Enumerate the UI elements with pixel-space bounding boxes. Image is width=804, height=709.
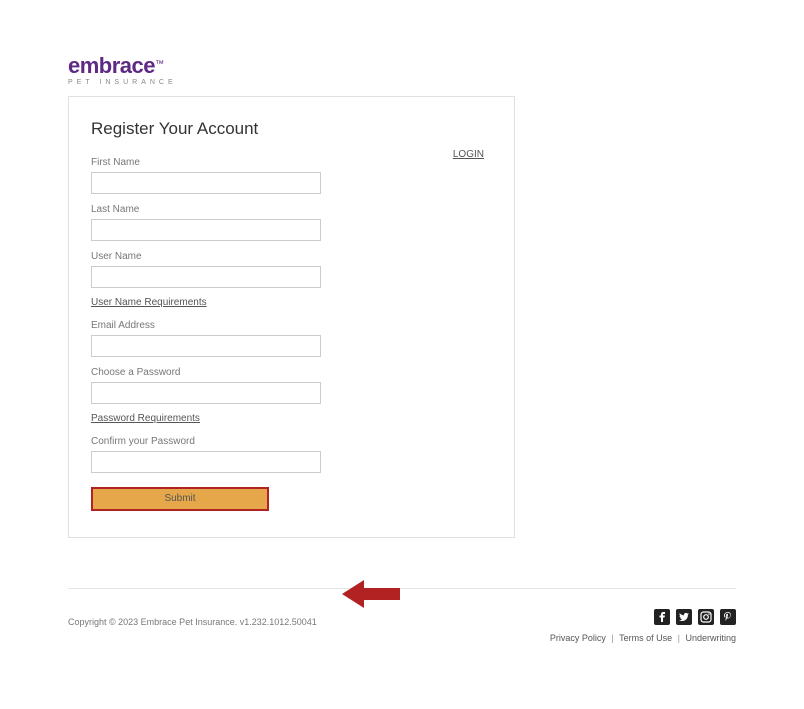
email-label: Email Address [91, 320, 492, 331]
footer-separator: | [611, 633, 613, 643]
trademark-symbol: ™ [155, 59, 164, 69]
password-label: Choose a Password [91, 367, 492, 378]
page-title: Register Your Account [91, 119, 492, 139]
password-input[interactable] [91, 382, 321, 404]
password-requirements-link[interactable]: Password Requirements [91, 413, 200, 424]
underwriting-link[interactable]: Underwriting [685, 633, 736, 643]
pinterest-icon[interactable] [720, 609, 736, 625]
instagram-icon[interactable] [698, 609, 714, 625]
first-name-label: First Name [91, 157, 492, 168]
email-input[interactable] [91, 335, 321, 357]
social-icons [550, 609, 736, 625]
footer-links: Privacy Policy | Terms of Use | Underwri… [550, 633, 736, 643]
logo: embrace™ PET INSURANCE [68, 55, 736, 86]
user-name-label: User Name [91, 251, 492, 262]
username-requirements-link[interactable]: User Name Requirements [91, 297, 207, 308]
login-link[interactable]: LOGIN [453, 149, 484, 160]
register-card: Register Your Account LOGIN First Name L… [68, 96, 515, 538]
copyright-text: Copyright © 2023 Embrace Pet Insurance. … [68, 617, 317, 627]
twitter-icon[interactable] [676, 609, 692, 625]
privacy-policy-link[interactable]: Privacy Policy [550, 633, 606, 643]
logo-brand: embrace [68, 53, 155, 78]
first-name-input[interactable] [91, 172, 321, 194]
user-name-input[interactable] [91, 266, 321, 288]
footer-separator: | [678, 633, 680, 643]
logo-tagline: PET INSURANCE [68, 79, 736, 86]
last-name-input[interactable] [91, 219, 321, 241]
last-name-label: Last Name [91, 204, 492, 215]
confirm-password-input[interactable] [91, 451, 321, 473]
submit-button[interactable]: Submit [91, 487, 269, 511]
confirm-password-label: Confirm your Password [91, 436, 492, 447]
facebook-icon[interactable] [654, 609, 670, 625]
footer: Copyright © 2023 Embrace Pet Insurance. … [0, 589, 804, 643]
terms-link[interactable]: Terms of Use [619, 633, 672, 643]
